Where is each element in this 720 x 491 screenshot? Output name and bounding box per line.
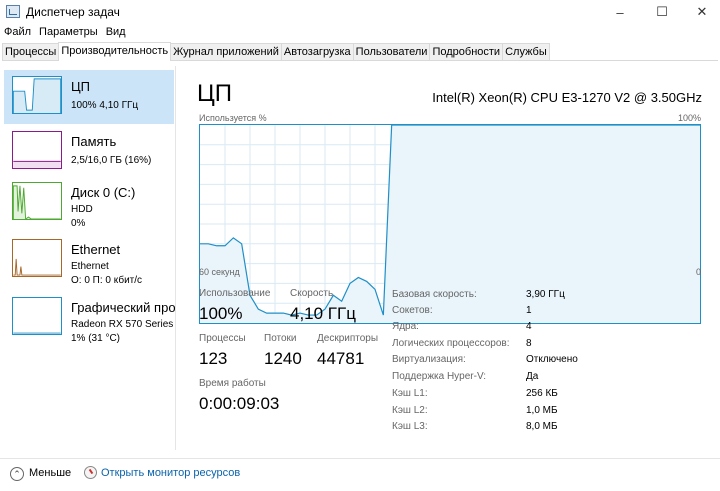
sidebar-item-cpu[interactable]: ЦП 100% 4,10 ГГц [4,70,174,124]
detail-label: Виртуализация: [392,354,466,365]
detail-label: Сокетов: [392,305,433,316]
menu-bar: Файл Параметры Вид [0,24,130,42]
sidebar-disk-type: HDD [71,204,93,215]
title-bar: Диспетчер задач – ☐ ✕ [0,0,720,24]
detail-label: Поддержка Hyper-V: [392,371,487,382]
processes-value: 123 [199,349,228,368]
memory-thumbnail-graph [12,131,62,169]
sidebar-ethernet-title: Ethernet [71,242,121,257]
speed-value: 4,10 ГГц [290,304,356,323]
cpu-model-name: Intel(R) Xeon(R) CPU E3-1270 V2 @ 3.50GH… [432,90,702,105]
detail-value: 8,0 МБ [526,421,558,432]
sidebar-item-gpu[interactable]: Графический проц Radeon RX 570 Series 1%… [4,291,176,345]
uptime-value: 0:00:09:03 [199,394,280,413]
page-title: ЦП [197,80,233,107]
detail-label: Ядра: [392,321,419,332]
threads-value: 1240 [264,349,302,368]
maximize-button[interactable]: ☐ [642,0,682,24]
graph-label-max: 100% [677,113,701,123]
cpu-thumbnail-graph [12,76,62,114]
detail-value: 1,0 МБ [526,405,558,416]
open-resource-monitor-link[interactable]: Открыть монитор ресурсов [101,467,240,479]
sidebar-cpu-usage: 100% 4,10 ГГц [71,100,139,111]
detail-value: 4 [526,321,532,332]
tab-app-history[interactable]: Журнал приложений [170,43,282,60]
graph-label-usage: Используется % [199,113,267,123]
cpu-detail-panel: ЦП Intel(R) Xeon(R) CPU E3-1270 V2 @ 3.5… [179,62,720,452]
sidebar-memory-usage: 2,5/16,0 ГБ (16%) [71,155,152,166]
gpu-thumbnail-graph [12,297,62,335]
tab-services[interactable]: Службы [502,43,550,60]
ethernet-thumbnail-graph [12,239,62,277]
sidebar-ethernet-name: Ethernet [71,261,109,272]
tab-startup[interactable]: Автозагрузка [280,43,354,60]
footer-bar: ⌃ Меньше Открыть монитор ресурсов [0,458,720,491]
detail-value: 3,90 ГГц [526,289,565,300]
close-button[interactable]: ✕ [684,0,720,24]
tab-bar: Процессы Производительность Журнал прило… [2,42,718,61]
sidebar-ethernet-throughput: О: 0 П: 0 кбит/с [71,275,143,286]
resource-monitor-icon [84,466,97,479]
sidebar-item-disk[interactable]: Диск 0 (C:) HDD 0% [4,176,174,230]
detail-value: 1 [526,305,532,316]
sidebar-gpu-usage: 1% (31 °C) [71,333,121,344]
usage-label: Использование [199,288,271,299]
graph-label-time-span: 60 секунд [199,267,240,277]
window-title: Диспетчер задач [26,5,120,19]
usage-value: 100% [199,304,243,323]
sidebar-disk-usage: 0% [71,218,86,229]
detail-label: Логических процессоров: [392,338,510,349]
graph-label-zero: 0 [695,267,701,277]
detail-label: Базовая скорость: [392,289,477,300]
tab-details[interactable]: Подробности [429,43,504,60]
sidebar-disk-title: Диск 0 (C:) [71,185,136,200]
detail-value: Да [526,371,539,382]
disk-thumbnail-graph [12,182,62,220]
sidebar-memory-title: Память [71,134,117,149]
detail-value: 256 КБ [526,388,558,399]
detail-value: Отключено [526,354,578,365]
handles-label: Дескрипторы [317,333,379,344]
sidebar-item-memory[interactable]: Память 2,5/16,0 ГБ (16%) [4,125,174,179]
tab-performance[interactable]: Производительность [58,42,172,61]
speed-label: Скорость [290,288,334,299]
minimize-button[interactable]: – [600,0,640,24]
menu-options[interactable]: Параметры [35,24,102,42]
chevron-up-icon[interactable]: ⌃ [10,467,24,481]
threads-label: Потоки [264,333,297,344]
tab-users[interactable]: Пользователи [352,43,431,60]
menu-view[interactable]: Вид [102,24,130,42]
sidebar-gpu-model: Radeon RX 570 Series [71,319,174,330]
detail-label: Кэш L2: [392,405,428,416]
detail-label: Кэш L1: [392,388,428,399]
sidebar-gpu-title: Графический проц [71,300,176,315]
sidebar-item-ethernet[interactable]: Ethernet Ethernet О: 0 П: 0 кбит/с [4,233,174,287]
performance-sidebar: ЦП 100% 4,10 ГГц Память 2,5/16,0 ГБ (16%… [2,66,176,450]
task-manager-icon [6,5,20,18]
sidebar-cpu-title: ЦП [71,79,90,94]
handles-value: 44781 [317,349,365,368]
detail-value: 8 [526,338,532,349]
tab-processes[interactable]: Процессы [2,43,60,60]
uptime-label: Время работы [199,378,266,389]
processes-label: Процессы [199,333,246,344]
detail-label: Кэш L3: [392,421,428,432]
fewer-details-button[interactable]: Меньше [29,467,71,479]
menu-file[interactable]: Файл [0,24,35,42]
